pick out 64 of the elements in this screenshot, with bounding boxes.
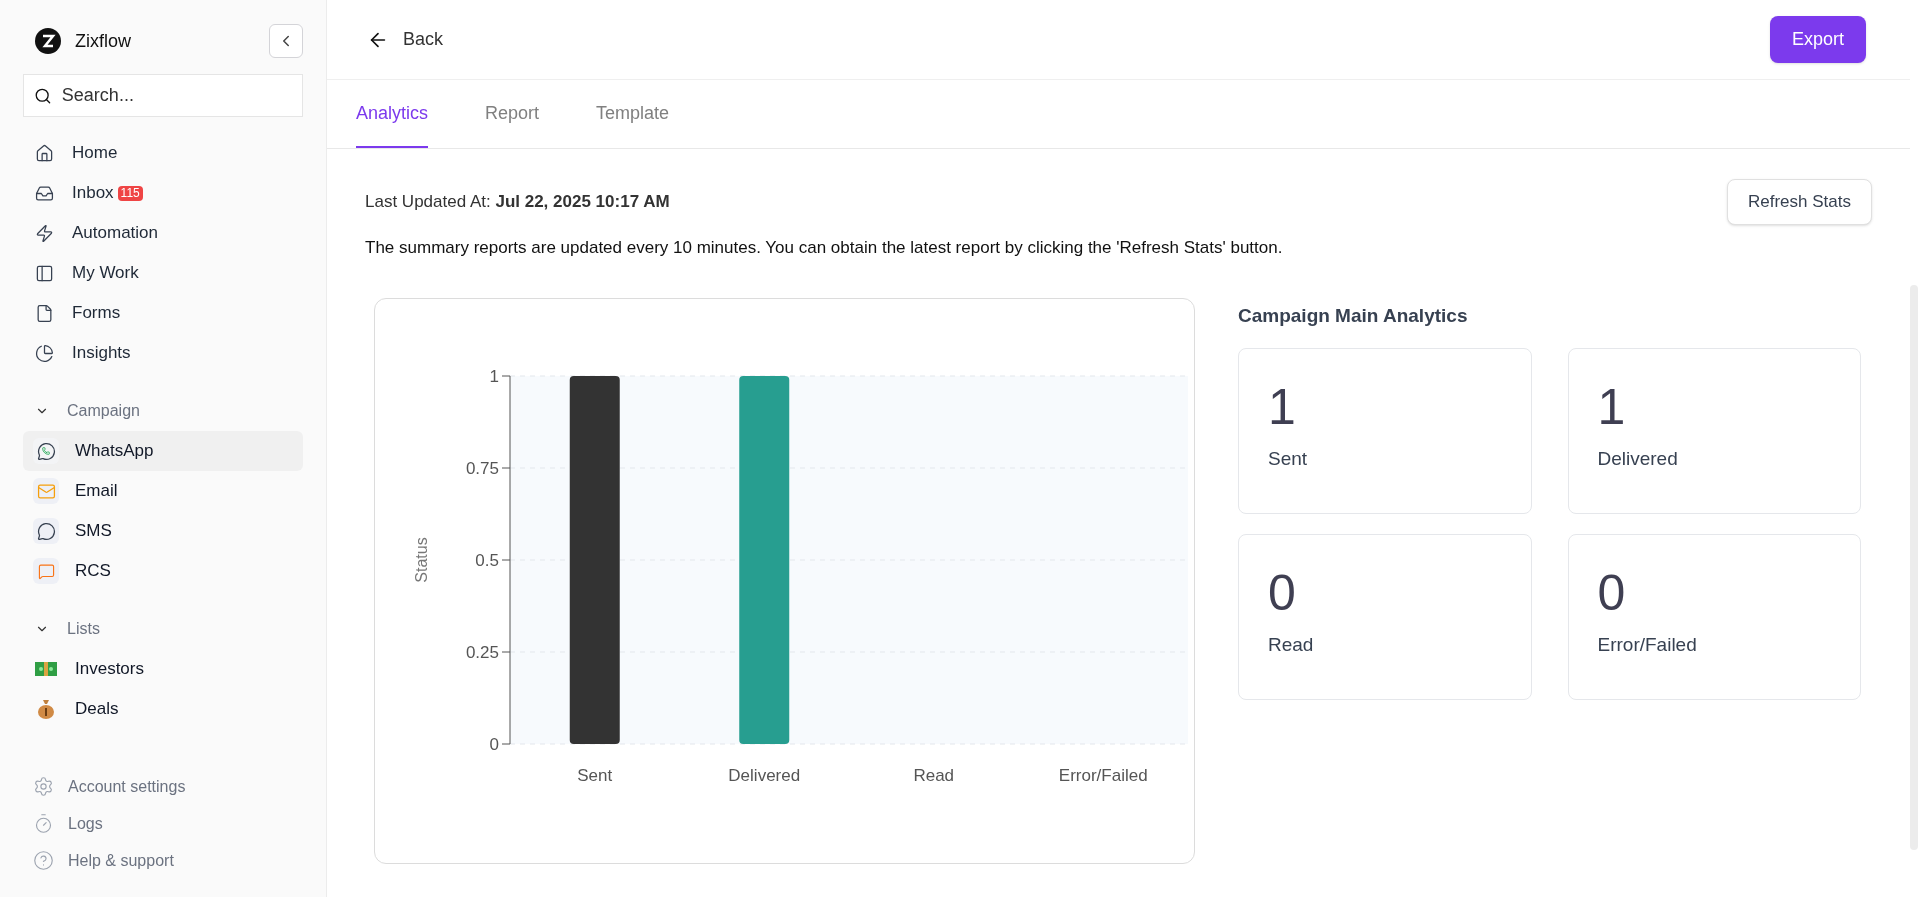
chat-bubble-icon <box>33 518 59 544</box>
message-icon <box>33 558 59 584</box>
y-tick-label: 0 <box>489 734 499 754</box>
money-bag-icon <box>37 699 55 719</box>
collapse-sidebar-button[interactable] <box>269 24 303 58</box>
count-badge: 115 <box>117 185 143 201</box>
footer-link[interactable]: Account settings <box>23 768 303 805</box>
pie-chart-icon <box>35 343 54 363</box>
footer-link[interactable]: Help & support <box>23 842 303 879</box>
tab[interactable]: Template <box>596 80 670 148</box>
x-tick-label: Error/Failed <box>1058 765 1148 785</box>
stat-value: 1 <box>1597 379 1627 435</box>
back-button[interactable]: Back <box>367 26 444 53</box>
search-input[interactable]: Search... <box>61 82 292 109</box>
settings-icon <box>33 776 54 797</box>
search-field[interactable]: Search... <box>23 74 303 117</box>
x-tick-label: Sent <box>577 765 613 785</box>
refresh-stats-button[interactable]: Refresh Stats <box>1727 179 1872 225</box>
y-tick-label: 0.25 <box>465 642 499 662</box>
stat-label: Read <box>1268 633 1315 657</box>
tab[interactable]: Analytics <box>356 80 429 148</box>
stat-value: 1 <box>1268 379 1297 435</box>
nav-item[interactable]: SMS <box>23 511 303 551</box>
last-updated-text: Last Updated At: Jul 22, 2025 10:17 AM <box>365 191 670 214</box>
logo-icon <box>35 28 61 54</box>
lightning-icon <box>35 223 54 243</box>
nav-item[interactable]: Forms <box>23 293 303 333</box>
footer-link[interactable]: Logs <box>23 805 303 842</box>
home-icon <box>35 143 54 163</box>
banknote-icon <box>35 661 57 677</box>
stat-label: Error/Failed <box>1597 633 1698 657</box>
timer-icon <box>33 813 54 834</box>
panel-icon <box>35 263 54 283</box>
y-tick-label: 0.75 <box>465 458 499 478</box>
stat-value: 0 <box>1268 565 1297 621</box>
info-text: The summary reports are updated every 10 minutes. You can obtain the latest report by clicking the 'Refresh Stats' button. <box>365 237 1284 259</box>
brand-name: Zixflow <box>75 29 131 53</box>
y-tick-label: 0.5 <box>475 550 499 570</box>
stat-label: Delivered <box>1597 447 1679 471</box>
section-header[interactable]: Campaign <box>23 391 303 431</box>
export-button[interactable]: Export <box>1769 16 1866 63</box>
nav-item[interactable]: Insights <box>23 333 303 373</box>
nav-item[interactable]: Inbox 115 <box>23 173 303 213</box>
stat-value: 0 <box>1597 565 1627 621</box>
stat-label: Sent <box>1268 447 1309 471</box>
nav-item[interactable]: Email <box>23 471 303 511</box>
nav-item[interactable]: Automation <box>23 213 303 253</box>
envelope-icon <box>33 478 59 504</box>
tab[interactable]: Report <box>485 80 540 148</box>
document-icon <box>35 303 54 323</box>
nav-item[interactable]: RCS <box>23 551 303 591</box>
analytics-title: Campaign Main Analytics <box>1238 303 1469 328</box>
nav-item[interactable]: Home <box>23 133 303 173</box>
section-header[interactable]: Lists <box>23 609 303 649</box>
x-tick-label: Read <box>913 765 955 785</box>
y-tick-label: 1 <box>489 366 499 386</box>
nav-item[interactable]: Investors <box>23 649 303 689</box>
nav-item[interactable]: Deals <box>23 689 303 729</box>
chat-phone-icon <box>33 438 59 464</box>
x-tick-label: Delivered <box>728 765 801 785</box>
nav-item[interactable]: My Work <box>23 253 303 293</box>
help-icon <box>33 850 54 871</box>
y-axis-title: Status <box>413 536 430 583</box>
nav-item[interactable]: WhatsApp <box>23 431 303 471</box>
